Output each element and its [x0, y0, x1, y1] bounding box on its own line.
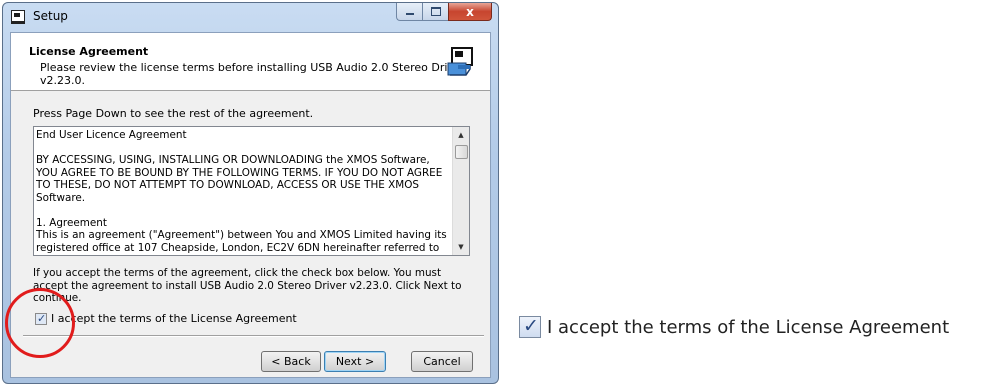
- license-text: End User Licence Agreement BY ACCESSING,…: [36, 129, 447, 255]
- maximize-button[interactable]: [422, 3, 448, 21]
- zoomed-checkbox: ✓: [519, 315, 541, 338]
- accept-instructions: If you accept the terms of the agreement…: [33, 267, 462, 304]
- page-header: License Agreement Please review the lice…: [11, 33, 490, 91]
- scroll-up-icon[interactable]: ▲: [453, 127, 469, 143]
- page-title: License Agreement: [29, 45, 149, 58]
- license-scrollbar[interactable]: ▲ ▼: [452, 127, 469, 255]
- window-title: Setup: [33, 9, 68, 23]
- scroll-thumb[interactable]: [455, 145, 468, 159]
- license-text-box[interactable]: End User Licence Agreement BY ACCESSING,…: [33, 126, 470, 256]
- page-subtitle: Please review the license terms before i…: [40, 61, 466, 87]
- minimize-icon: [405, 13, 414, 15]
- zoomed-checkbox-callout: ✓ I accept the terms of the License Agre…: [519, 315, 950, 338]
- zoomed-checkmark-icon: ✓: [523, 315, 539, 337]
- accept-license-label[interactable]: I accept the terms of the License Agreem…: [51, 312, 297, 325]
- setup-window: Setup x License Agreement Please review …: [2, 2, 499, 384]
- highlight-circle: [5, 288, 75, 358]
- footer-separator: [23, 335, 484, 337]
- title-bar[interactable]: Setup x: [3, 3, 498, 31]
- close-button[interactable]: x: [448, 3, 492, 21]
- cancel-button[interactable]: Cancel: [411, 351, 473, 372]
- scroll-prompt: Press Page Down to see the rest of the a…: [33, 107, 314, 120]
- maximize-icon: [430, 7, 441, 16]
- setup-app-icon: [11, 10, 25, 24]
- dialog-client-area: License Agreement Please review the lice…: [10, 32, 491, 378]
- caption-buttons: x: [396, 3, 492, 22]
- back-button[interactable]: < Back: [261, 351, 321, 372]
- minimize-button[interactable]: [396, 3, 422, 21]
- installer-icon: [447, 47, 473, 76]
- scroll-down-icon[interactable]: ▼: [453, 239, 469, 255]
- close-icon: x: [466, 4, 474, 19]
- zoomed-checkbox-label: I accept the terms of the License Agreem…: [547, 316, 950, 338]
- next-button[interactable]: Next >: [324, 351, 386, 372]
